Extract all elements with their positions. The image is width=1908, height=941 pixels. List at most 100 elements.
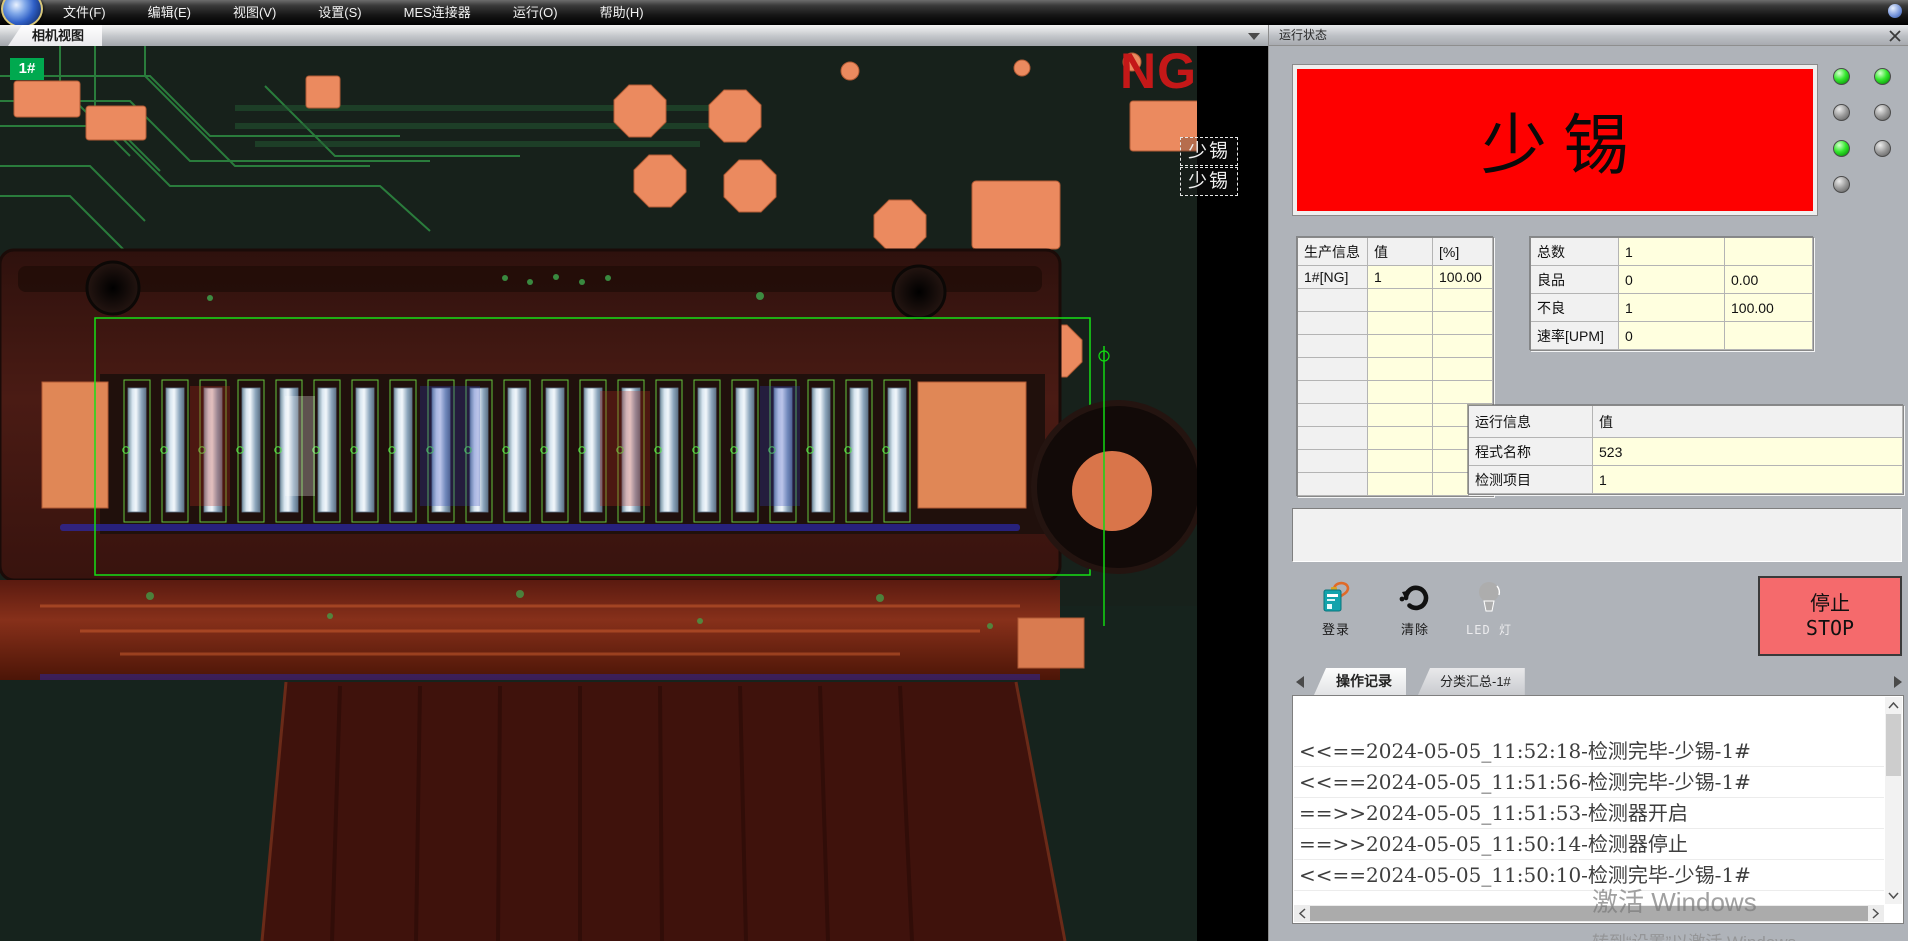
login-label: 登录 — [1322, 619, 1350, 638]
camera-tabstrip: 相机视图 — [0, 25, 1269, 46]
cell: 1 — [1593, 466, 1903, 494]
scrollbar-thumb[interactable] — [1886, 714, 1901, 776]
cell — [1433, 358, 1493, 381]
scroll-down-icon[interactable] — [1885, 887, 1902, 904]
cell — [1368, 312, 1433, 335]
tab-camera-view[interactable]: 相机视图 — [8, 25, 102, 46]
tab-scroll-left-icon[interactable] — [1296, 676, 1304, 688]
alarm-box: 少锡 — [1297, 69, 1813, 211]
log-entry: ==>>2024-05-05_11:51:53-检测器开启 — [1294, 798, 1884, 829]
cell: 总数 — [1531, 238, 1619, 266]
defect-tag: 少锡 — [1180, 167, 1238, 196]
cell: 0 — [1619, 266, 1725, 294]
log-entry: <<==2024-05-05_11:50:10-检测完毕-少锡-1# — [1294, 860, 1884, 891]
system-tray-icon — [1888, 4, 1902, 18]
scrollbar-thumb[interactable] — [1310, 906, 1868, 921]
chevron-down-icon[interactable] — [1248, 33, 1260, 40]
log-entry: <<==2024-05-05_11:51:56-检测完毕-少锡-1# — [1294, 767, 1884, 798]
cell: 1#[NG] — [1298, 266, 1368, 289]
led-light-label: LED 灯 — [1466, 621, 1512, 638]
cell — [1298, 450, 1368, 473]
led-indicator — [1833, 176, 1850, 193]
menu-file[interactable]: 文件(F) — [42, 0, 127, 25]
led-light-button[interactable]: LED 灯 — [1456, 580, 1522, 644]
cell: 不良 — [1531, 294, 1619, 322]
menu-run[interactable]: 运行(O) — [492, 0, 579, 25]
cell — [1298, 335, 1368, 358]
app-logo-icon — [1, 0, 43, 28]
led-indicator — [1833, 104, 1850, 121]
vertical-scrollbar[interactable] — [1885, 697, 1902, 904]
summary-table: 总数1 良品00.00 不良1100.00 速率[UPM]0 — [1530, 237, 1814, 351]
cell — [1433, 381, 1493, 404]
operation-log-list: <<==2024-05-05_11:52:18-检测完毕-少锡-1# <<==2… — [1292, 695, 1904, 924]
clear-button[interactable]: 清除 — [1382, 580, 1448, 644]
led-indicator — [1833, 140, 1850, 157]
col-header: [%] — [1433, 238, 1493, 266]
cell: 速率[UPM] — [1531, 322, 1619, 350]
cell: 1 — [1368, 266, 1433, 289]
tab-classification-summary[interactable]: 分类汇总-1# — [1418, 668, 1525, 695]
tab-operation-log[interactable]: 操作记录 — [1314, 668, 1406, 695]
scroll-right-icon[interactable] — [1867, 905, 1884, 922]
horizontal-scrollbar[interactable] — [1294, 905, 1884, 922]
menu-view[interactable]: 视图(V) — [212, 0, 297, 25]
cell: 100.00 — [1433, 266, 1493, 289]
led-indicator — [1874, 140, 1891, 157]
menu-bar: 文件(F) 编辑(E) 视图(V) 设置(S) MES连接器 运行(O) 帮助(… — [0, 0, 1908, 25]
cell: 523 — [1593, 438, 1903, 466]
led-indicator — [1874, 68, 1891, 85]
inspection-result-text: NG — [1120, 46, 1197, 96]
log-entry: ==>>2024-05-05_11:50:14-检测器停止 — [1294, 829, 1884, 860]
cell: 检测项目 — [1469, 466, 1593, 494]
clear-label: 清除 — [1401, 619, 1429, 638]
camera-image-area — [0, 46, 1268, 941]
alarm-frame: 少锡 — [1292, 64, 1818, 216]
tab-scroll-right-icon[interactable] — [1894, 676, 1902, 688]
cell — [1298, 289, 1368, 312]
cell: 100.00 — [1725, 294, 1813, 322]
led-indicator-grid — [1833, 68, 1891, 193]
menu-help[interactable]: 帮助(H) — [579, 0, 665, 25]
led-indicator — [1833, 68, 1850, 85]
cell — [1298, 312, 1368, 335]
cell — [1298, 358, 1368, 381]
menu-settings[interactable]: 设置(S) — [297, 0, 382, 25]
cell: 程式名称 — [1469, 438, 1593, 466]
lightbulb-icon — [1476, 580, 1502, 616]
cell — [1368, 358, 1433, 381]
cell — [1368, 427, 1433, 450]
app-window: 文件(F) 编辑(E) 视图(V) 设置(S) MES连接器 运行(O) 帮助(… — [0, 0, 1908, 941]
menu-mes-connector[interactable]: MES连接器 — [383, 0, 492, 25]
menu-edit[interactable]: 编辑(E) — [127, 0, 212, 25]
log-tabstrip: 操作记录 分类汇总-1# — [1292, 668, 1904, 695]
defect-tag: 少锡 — [1180, 137, 1238, 166]
cell: 0 — [1619, 322, 1725, 350]
col-header: 运行信息 — [1469, 406, 1593, 438]
stop-button[interactable]: 停止 STOP — [1758, 576, 1902, 656]
pcb-photo — [0, 46, 1268, 941]
cell — [1725, 238, 1813, 266]
alarm-message: 少锡 — [1465, 92, 1645, 188]
cell: 1 — [1619, 294, 1725, 322]
run-info-table: 运行信息 值 程式名称523 检测项目1 — [1468, 405, 1904, 495]
cell — [1298, 404, 1368, 427]
message-box — [1292, 508, 1902, 562]
scroll-left-icon[interactable] — [1294, 905, 1311, 922]
status-panel-titlebar: 运行状态 — [1268, 25, 1908, 46]
log-entry: <<==2024-05-05_11:52:18-检测完毕-少锡-1# — [1294, 736, 1884, 767]
scroll-up-icon[interactable] — [1885, 697, 1902, 714]
stop-label-en: STOP — [1806, 616, 1854, 641]
close-icon[interactable] — [1888, 29, 1902, 43]
cell — [1433, 312, 1493, 335]
login-button[interactable]: 登录 — [1303, 580, 1369, 644]
production-table: 生产信息 值 [%] 1#[NG]1100.00 — [1297, 237, 1494, 497]
cell — [1433, 289, 1493, 312]
cell — [1433, 335, 1493, 358]
cell: 良品 — [1531, 266, 1619, 294]
cell — [1368, 404, 1433, 427]
col-header: 值 — [1368, 238, 1433, 266]
refresh-icon — [1398, 580, 1432, 614]
led-indicator — [1874, 104, 1891, 121]
cell — [1298, 381, 1368, 404]
